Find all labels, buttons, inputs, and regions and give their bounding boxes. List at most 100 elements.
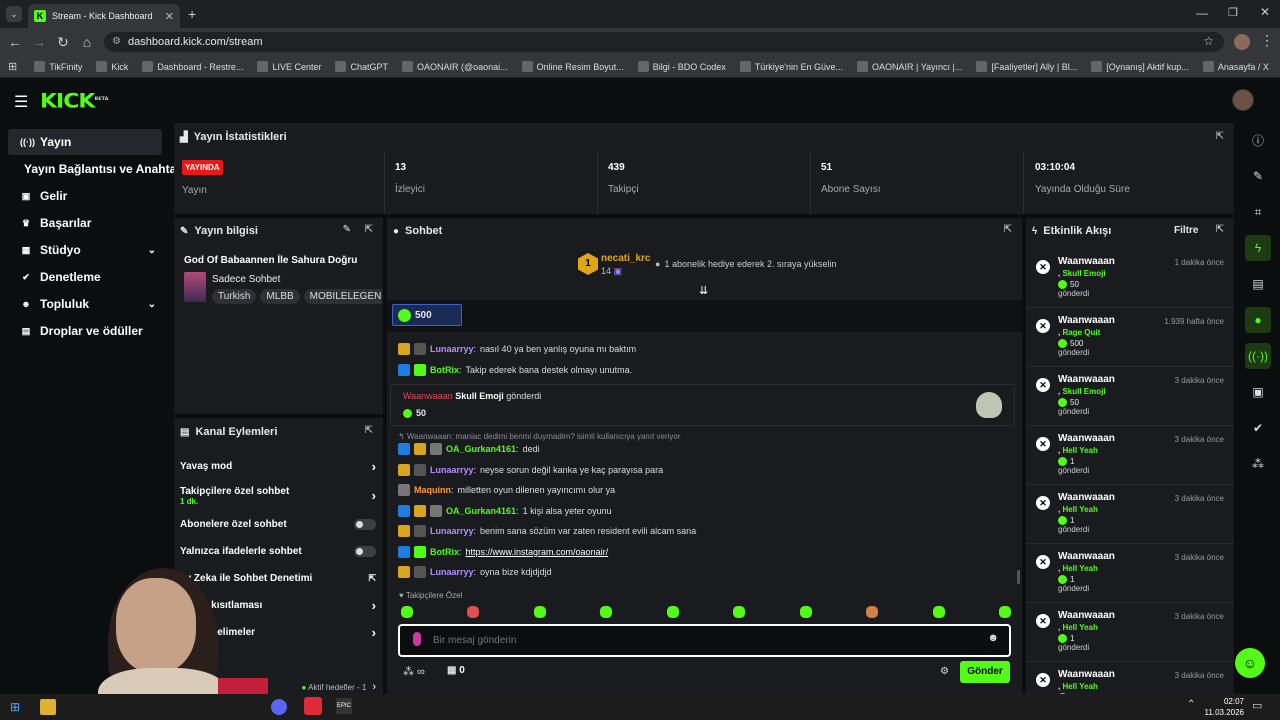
document-icon[interactable]: ▤ xyxy=(1245,271,1271,297)
tag-chip[interactable]: MOBILELEGEN xyxy=(303,289,382,304)
chat-settings-icon[interactable]: ⚙ xyxy=(940,666,949,677)
bookmark-item[interactable]: Instant Background... xyxy=(1276,61,1280,72)
bookmark-item[interactable]: Bilgi - BDO Codex xyxy=(631,61,733,72)
channel-action-row[interactable]: Abonelere özel sohbet xyxy=(180,511,376,538)
wrench-icon[interactable]: ✔ xyxy=(1245,415,1271,441)
emote-icon[interactable] xyxy=(932,606,945,618)
emoji-picker-icon[interactable]: ☻ xyxy=(987,632,999,644)
bookmark-item[interactable]: Türkiye'nin En Güve... xyxy=(733,61,850,72)
bookmark-item[interactable]: TikFinity xyxy=(27,61,89,72)
bookmark-item[interactable]: ChatGPT xyxy=(328,61,395,72)
chat-message[interactable]: BotRix: https://www.instagram.com/oaonair… xyxy=(398,542,1018,563)
nav-item-6[interactable]: ☻ Topluluk ⌄ xyxy=(8,291,162,317)
microphone-icon[interactable] xyxy=(413,632,421,646)
emote-icon[interactable] xyxy=(733,606,746,618)
emote-icon[interactable] xyxy=(533,606,546,618)
home-icon[interactable]: ⌂ xyxy=(76,34,98,50)
kick-logo[interactable]: KICKBETA xyxy=(40,90,109,113)
nav-item-7[interactable]: ▤ Droplar ve ödüller xyxy=(8,318,162,344)
edit-pencil-icon[interactable]: ✎ xyxy=(343,224,351,235)
bookmark-item[interactable]: OAONAIR (@oaonai... xyxy=(395,61,515,72)
chat-message-input[interactable] xyxy=(433,632,973,648)
popout-icon[interactable]: ⇱ xyxy=(365,224,373,235)
chat-username[interactable]: Lunaarryy xyxy=(430,567,474,577)
bookmark-item[interactable]: [Oynanış] Aktif kup... xyxy=(1084,61,1196,72)
channel-action-row[interactable]: Yavaş mod › xyxy=(180,453,376,480)
support-chat-icon[interactable]: ☺ xyxy=(1235,648,1265,678)
chat-username[interactable]: Lunaarryy xyxy=(430,526,474,536)
bookmark-item[interactable]: Kick xyxy=(89,61,135,72)
pinned-kick-gift[interactable]: 500 xyxy=(392,304,462,326)
chat-username[interactable]: OA_Gurkan4161 xyxy=(446,506,516,516)
chat-message[interactable]: BotRix: Takip ederek bana destek olmayı u… xyxy=(398,360,1018,381)
app-icon[interactable] xyxy=(304,697,322,715)
popout-icon[interactable]: ⇱ xyxy=(1216,131,1224,142)
apps-grid-icon[interactable]: ⊞ xyxy=(8,60,17,73)
emote-icon[interactable] xyxy=(467,606,480,618)
bookmark-item[interactable]: Online Resim Boyut... xyxy=(515,61,631,72)
emote-icon[interactable] xyxy=(666,606,679,618)
new-tab-icon[interactable]: + xyxy=(188,6,196,22)
tag-chip[interactable]: MLBB xyxy=(260,289,300,304)
chat-bubble-icon[interactable]: ● xyxy=(1245,307,1271,333)
activity-event[interactable]: ✕ Waanwaaan 3 dakika önce, Skull Emoji 50 gö… xyxy=(1026,367,1234,426)
send-button[interactable]: Gönder xyxy=(960,661,1010,683)
restore-icon[interactable]: ❐ xyxy=(1228,6,1238,19)
site-info-icon[interactable]: ⚙ xyxy=(112,36,121,47)
minimize-icon[interactable]: — xyxy=(1196,6,1208,20)
emote-icon[interactable] xyxy=(866,606,879,618)
bookmark-item[interactable]: [Faaliyetler] Ally | Bl... xyxy=(969,61,1084,72)
filter-button[interactable]: Filtre xyxy=(1174,225,1198,236)
nav-item-2[interactable]: ▣ Gelir xyxy=(8,183,162,209)
activity-event[interactable]: ✕Waanwaaan3 dakika önce, Hell Yeahgönder… xyxy=(1026,662,1234,694)
tray-chevron-icon[interactable]: ⌃ xyxy=(1187,699,1195,710)
tab-search-icon[interactable]: ⌄ xyxy=(6,6,22,22)
browser-menu-icon[interactable]: ⋮ xyxy=(1260,32,1274,49)
collapse-arrow-icon[interactable]: ⇊ xyxy=(699,284,708,297)
kicks-infinity[interactable]: ⁂ ∞ xyxy=(403,665,425,678)
chat-username[interactable]: Lunaarryy xyxy=(430,465,474,475)
chat-message[interactable]: OA_Gurkan4161: dedi xyxy=(398,439,1018,460)
tag-chip[interactable]: Turkish xyxy=(212,289,257,304)
back-icon[interactable]: ← xyxy=(4,34,26,50)
window-close-icon[interactable]: ✕ xyxy=(1260,5,1270,19)
file-explorer-icon[interactable] xyxy=(40,699,56,715)
emote-icon[interactable] xyxy=(799,606,812,618)
epic-games-icon[interactable]: EPIC xyxy=(336,698,352,714)
info-icon[interactable]: ⓘ xyxy=(1245,127,1271,153)
chat-message[interactable]: Maquinn: milletten oyun dilenen yayıncımı… xyxy=(398,480,1018,501)
kicks-balance[interactable]: ▦ 0 xyxy=(447,665,465,676)
top-gifter-name[interactable]: necati_krc xyxy=(601,253,650,264)
emote-icon[interactable] xyxy=(998,606,1011,618)
nav-item-1[interactable]: Yayın Bağlantısı ve Anahtarı xyxy=(8,156,184,182)
chat-message[interactable]: Lunaarryy: benim sana sözüm var zaten res… xyxy=(398,521,1018,542)
windows-start-icon[interactable]: ⊞ xyxy=(10,700,20,714)
bookmark-item[interactable]: OAONAIR | Yayıncı |... xyxy=(850,61,969,72)
user-avatar[interactable] xyxy=(1232,89,1254,111)
chat-message[interactable]: Lunaarryy: neyse sorun değil kanka ye kaç… xyxy=(398,460,1018,481)
capture-icon[interactable]: ⌗ xyxy=(1245,199,1271,225)
forward-icon[interactable]: → xyxy=(28,34,50,50)
lightning-icon[interactable]: ϟ xyxy=(1245,235,1271,261)
discord-icon[interactable] xyxy=(271,699,287,715)
activity-event[interactable]: ✕ Waanwaaan 3 dakika önce, Hell Yeah 1 gönde… xyxy=(1026,603,1234,662)
nav-item-5[interactable]: ✔ Denetleme xyxy=(8,264,162,290)
kicks-user[interactable]: Waanwaaan xyxy=(403,391,453,401)
hamburger-menu-icon[interactable]: ☰ xyxy=(14,92,28,112)
drops-icon[interactable]: ⁂ xyxy=(1245,451,1271,477)
bookmark-item[interactable]: LIVE Center xyxy=(250,61,328,72)
url-bar[interactable]: ⚙ dashboard.kick.com/stream ☆ xyxy=(104,32,1224,52)
notification-icon[interactable]: ▭ xyxy=(1252,699,1262,712)
toggle-switch[interactable] xyxy=(354,546,376,557)
activity-event[interactable]: ✕ Waanwaaan 3 dakika önce, Hell Yeah 1 gönde… xyxy=(1026,426,1234,485)
chat-message[interactable]: Lunaarryy: oyna bize kdjdjdjd xyxy=(398,562,1018,583)
chat-link[interactable]: https://www.instagram.com/oaonair/ xyxy=(466,547,609,557)
server-icon[interactable]: ▣ xyxy=(1245,379,1271,405)
chat-username[interactable]: BotRix xyxy=(430,365,459,375)
browser-tab[interactable]: K Stream - Kick Dashboard ✕ xyxy=(28,4,180,28)
bookmark-item[interactable]: Anasayfa / X xyxy=(1196,61,1276,72)
activity-event[interactable]: ✕ Waanwaaan 3 dakika önce, Hell Yeah 1 gönde… xyxy=(1026,485,1234,544)
nav-item-3[interactable]: ♛ Başarılar xyxy=(8,210,162,236)
chat-scrollbar[interactable] xyxy=(1017,570,1020,584)
chat-message[interactable]: Lunaarryy: nasıl 40 ya ben yanlış oyuna m… xyxy=(398,339,1018,360)
